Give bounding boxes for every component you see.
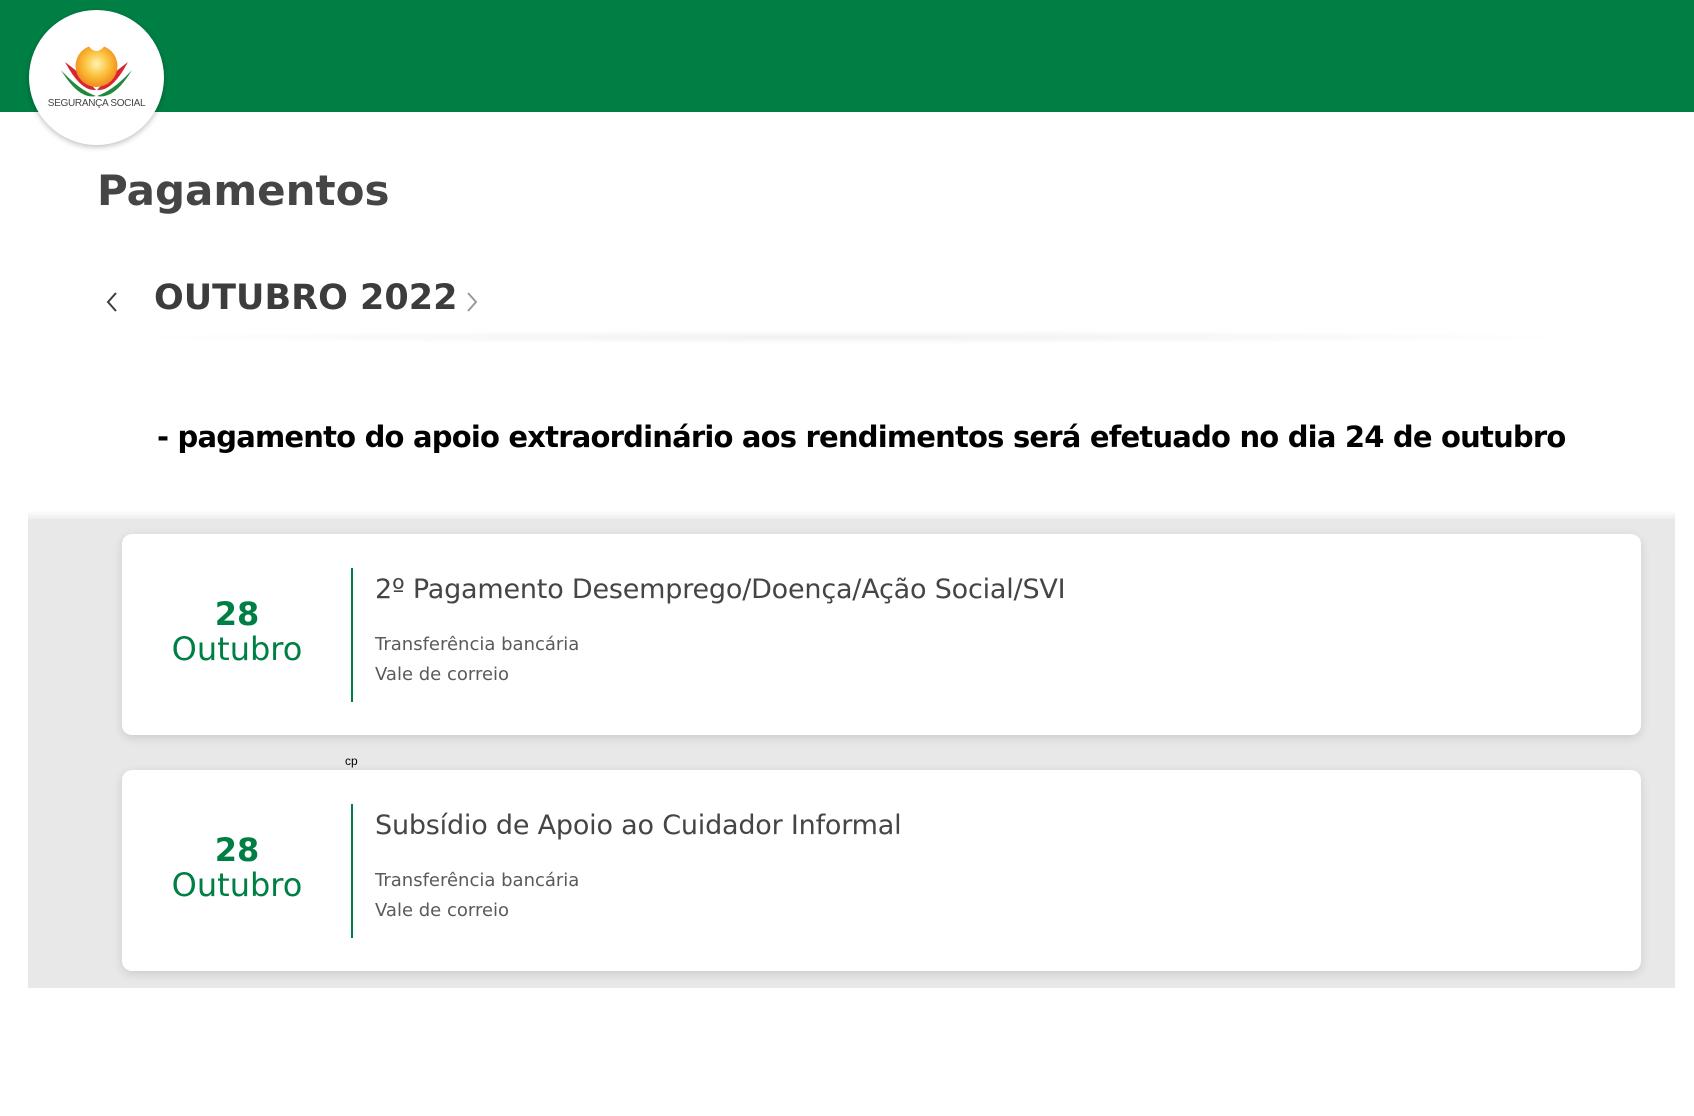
payment-method: Transferência bancária	[375, 634, 580, 655]
payment-method: Vale de correio	[375, 664, 510, 685]
page-title: Pagamentos	[97, 166, 390, 215]
payment-method: Vale de correio	[375, 900, 510, 921]
payment-month: Outubro	[171, 866, 303, 904]
chevron-right-icon	[467, 292, 478, 312]
chevron-left-icon	[106, 292, 117, 312]
payment-month: Outubro	[171, 630, 303, 668]
previous-month-button[interactable]	[98, 282, 128, 322]
logo-text: SEGURANÇA SOCIAL	[47, 98, 146, 109]
card-divider	[351, 804, 353, 938]
payment-date: 28 Outubro	[122, 770, 352, 971]
header-bar	[0, 0, 1694, 112]
payment-title: 2º Pagamento Desemprego/Doença/Ação Soci…	[375, 574, 1066, 605]
next-month-button[interactable]	[456, 282, 486, 322]
month-nav-shadow	[100, 330, 1600, 344]
payment-date: 28 Outubro	[122, 534, 352, 735]
current-month-label: OUTUBRO 2022	[154, 278, 458, 318]
annotation-text: cp	[345, 754, 358, 768]
payment-card[interactable]: 28 Outubro Subsídio de Apoio ao Cuidador…	[122, 770, 1641, 971]
seguranca-social-logo[interactable]: SEGURANÇA SOCIAL	[29, 10, 164, 145]
payment-day: 28	[214, 595, 260, 633]
card-divider	[351, 568, 353, 702]
payment-card[interactable]: 28 Outubro 2º Pagamento Desemprego/Doenç…	[122, 534, 1641, 735]
payment-day: 28	[214, 831, 260, 869]
month-navigation: OUTUBRO 2022	[98, 278, 1598, 328]
payment-notice: - pagamento do apoio extraordinário aos …	[157, 420, 1566, 454]
payment-title: Subsídio de Apoio ao Cuidador Informal	[375, 810, 902, 841]
logo-emblem-icon	[61, 44, 132, 97]
payment-method: Transferência bancária	[375, 870, 580, 891]
